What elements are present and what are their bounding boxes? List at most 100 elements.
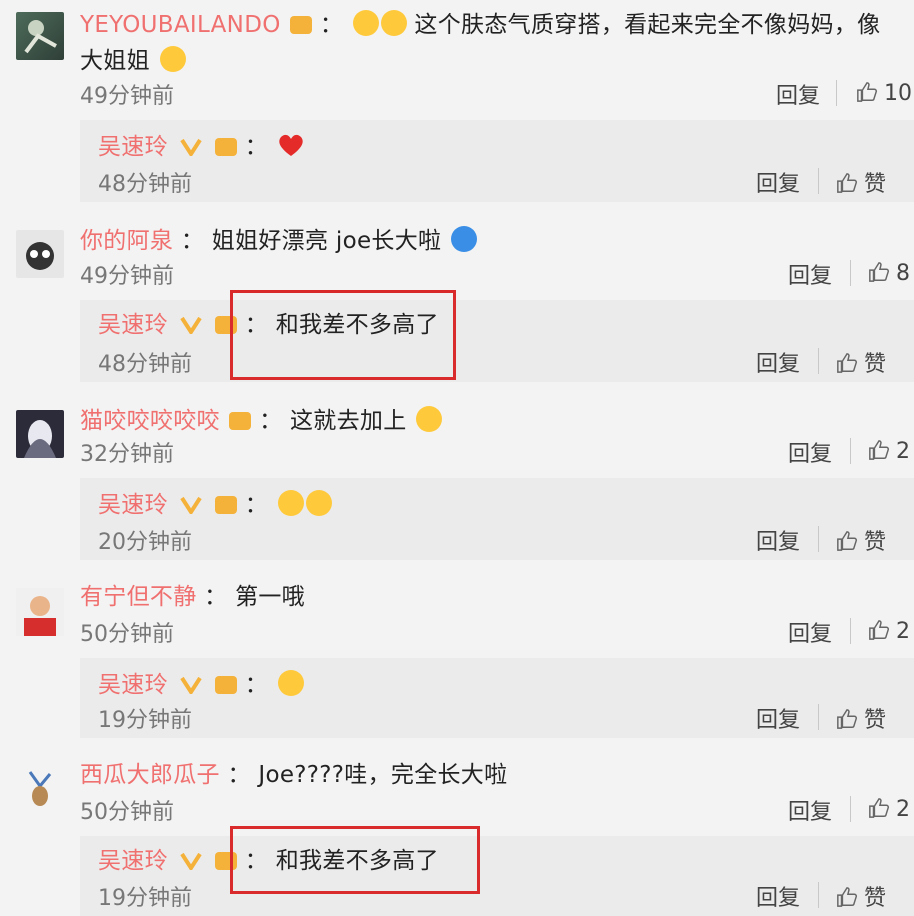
comment-text: Joe????哇，完全长大啦 [258,762,508,788]
timestamp: 49分钟前 [80,264,174,289]
timestamp: 19分钟前 [98,708,192,733]
level-badge-icon [229,412,252,430]
divider [836,80,837,106]
reply-button[interactable]: 回复 [756,166,800,198]
verified-v-icon [179,852,202,870]
highlight-box [230,290,456,380]
like-button[interactable]: 赞 [836,880,886,912]
avatar[interactable] [16,12,64,60]
like-button[interactable]: 2 [868,616,910,644]
divider [818,526,819,552]
like-label: 赞 [864,886,887,911]
like-button[interactable]: 赞 [836,166,886,198]
divider [818,704,819,730]
thumbs-up-icon [869,798,890,818]
username[interactable]: YEYOUBAILANDO [80,12,281,38]
thumbs-up-icon [837,353,858,373]
like-button[interactable]: 赞 [836,346,886,378]
divider [850,796,851,822]
comment-thread: YEYOUBAILANDO ： 这个肤态气质穿搭，看起来完全不像妈妈，像大姐姐 … [0,0,914,210]
like-button[interactable]: 10 [856,78,912,106]
divider [818,882,819,908]
username[interactable]: 有宁但不静 [80,584,197,610]
like-count: 2 [896,439,910,464]
divider [850,618,851,644]
like-button[interactable]: 2 [868,436,910,464]
like-label: 赞 [864,352,887,377]
verified-v-icon [179,496,202,514]
reply-box: 吴速玲 ： 48分钟前 回复 赞 [80,120,914,202]
verified-v-icon [179,138,202,156]
reply-button[interactable]: 回复 [788,258,832,290]
timestamp: 48分钟前 [98,352,192,377]
thumbs-up-icon [869,262,890,282]
reply-button[interactable]: 回复 [776,78,820,110]
username[interactable]: 猫咬咬咬咬咬 [80,408,220,434]
avatar[interactable] [16,766,64,814]
divider [818,348,819,374]
star-eyes-emoji-icon [277,670,304,696]
thumbs-up-icon [837,887,858,907]
like-count: 2 [896,797,910,822]
thumbs-up-icon [837,173,858,193]
username[interactable]: 吴速玲 [98,672,168,698]
username[interactable]: 吴速玲 [98,492,168,518]
username[interactable]: 你的阿泉 [80,228,173,254]
divider [818,168,819,194]
username[interactable]: 吴速玲 [98,134,168,160]
comment-body: 猫咬咬咬咬咬 ： 这就去加上 [80,402,894,438]
reply-button[interactable]: 回复 [756,880,800,912]
timestamp: 50分钟前 [80,622,174,647]
laugh-emoji-icon [352,10,379,36]
star-eyes-emoji-icon [277,490,304,516]
avatar[interactable] [16,230,64,278]
avatar-image [26,242,54,270]
star-eyes-emoji-icon [305,490,332,516]
like-count: 10 [884,81,912,106]
comment-text: 这就去加上 [290,408,407,434]
reply-box: 吴速玲 ： 20分钟前 回复 赞 [80,478,914,560]
like-label: 赞 [864,708,887,733]
heart-emoji-icon [279,134,303,156]
like-button[interactable]: 2 [868,794,910,822]
separator: ： [204,584,228,610]
reply-button[interactable]: 回复 [756,702,800,734]
like-button[interactable]: 赞 [836,702,886,734]
verified-v-icon [179,316,202,334]
separator: ： [244,134,269,160]
avatar[interactable] [16,410,64,458]
like-label: 赞 [864,172,887,197]
like-label: 赞 [864,530,887,555]
level-badge-icon [215,138,238,156]
reply-box: 吴速玲 ： 和我差不多高了 48分钟前 回复 赞 [80,300,914,382]
username[interactable]: 吴速玲 [98,312,168,338]
avatar[interactable] [16,588,64,636]
like-button[interactable]: 赞 [836,524,886,556]
timestamp: 49分钟前 [80,84,174,109]
thumbs-up-icon [869,440,890,460]
laugh-emoji-icon [159,46,186,72]
reply-body: 吴速玲 ： [98,666,894,702]
username[interactable]: 吴速玲 [98,848,168,874]
comment-thread: 猫咬咬咬咬咬 ： 这就去加上 32分钟前 回复 2 吴速玲 ： 20分钟前 回复… [0,398,914,566]
level-badge-icon [215,676,238,694]
reply-body: 吴速玲 ： 和我差不多高了 [98,308,894,342]
like-button[interactable]: 8 [868,258,910,286]
reply-button[interactable]: 回复 [756,524,800,556]
reply-button[interactable]: 回复 [788,436,832,468]
username[interactable]: 西瓜大郎瓜子 [80,762,220,788]
reply-button[interactable]: 回复 [788,794,832,826]
comment-body: YEYOUBAILANDO ： 这个肤态气质穿搭，看起来完全不像妈妈，像大姐姐 [80,6,894,78]
laugh-emoji-icon [380,10,407,36]
reply-body: 吴速玲 ： 和我差不多高了 [98,844,894,878]
reply-button[interactable]: 回复 [756,346,800,378]
highlight-box [230,826,480,894]
comment-thread: 有宁但不静 ： 第一哦 50分钟前 回复 2 吴速玲 ： 19分钟前 回复 赞 [0,576,914,744]
reply-box: 吴速玲 ： 和我差不多高了 19分钟前 回复 赞 [80,836,914,916]
reply-button[interactable]: 回复 [788,616,832,648]
level-badge-icon [215,496,238,514]
thumbs-up-icon [869,620,890,640]
comment-body: 你的阿泉 ： 姐姐好漂亮 joe长大啦 [80,222,894,258]
avatar-image [24,596,56,636]
timestamp: 20分钟前 [98,530,192,555]
